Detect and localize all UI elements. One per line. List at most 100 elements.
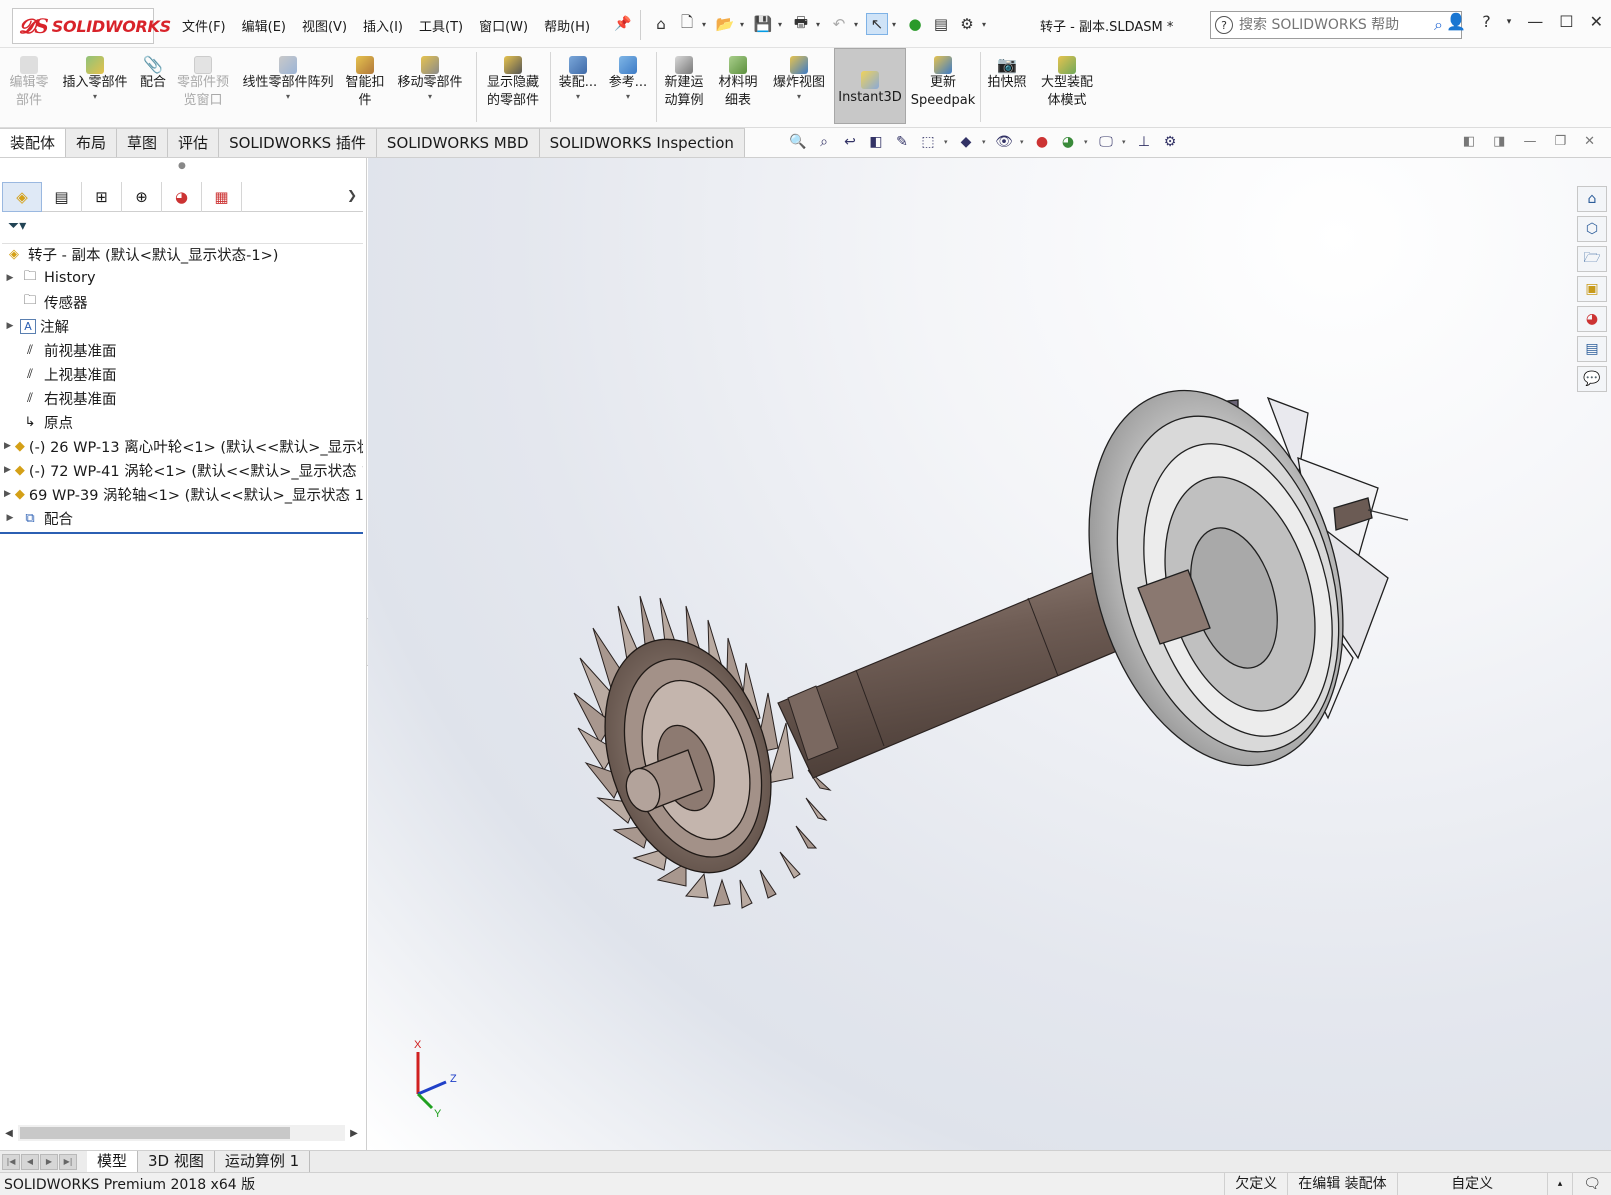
tab-motion-study-1[interactable]: 运动算例 1 <box>215 1150 311 1173</box>
chevron-down-icon[interactable]: ▾ <box>576 92 580 102</box>
expand-arrow-icon[interactable]: ▶ <box>4 513 16 523</box>
tab-evaluate[interactable]: 评估 <box>168 128 220 157</box>
zoom-to-area-icon[interactable]: ⌕ <box>814 132 834 152</box>
chevron-down-icon[interactable]: ▾ <box>797 92 801 102</box>
large-assembly-mode-button[interactable]: 大型装配 体模式 <box>1036 50 1098 110</box>
custom-properties-icon[interactable]: ▤ <box>1577 336 1607 362</box>
tab-inspection[interactable]: SOLIDWORKS Inspection <box>539 128 745 157</box>
tree-item-front-plane[interactable]: ⫽ 前视基准面 <box>0 338 363 362</box>
tab-sketch[interactable]: 草图 <box>117 128 169 157</box>
first-tab-icon[interactable]: |◀ <box>2 1153 20 1170</box>
view-orientation-icon[interactable]: ⬚ <box>918 132 938 152</box>
tree-root-assembly[interactable]: ◈ 转子 - 副本 (默认<默认_显示状态-1>) <box>0 242 363 266</box>
chevron-right-icon[interactable]: ❯ <box>347 188 357 202</box>
show-hidden-components-button[interactable]: 显示隐藏 的零部件 <box>482 50 544 110</box>
horizontal-scrollbar[interactable]: ◀ ▶ <box>0 1124 363 1142</box>
property-manager-icon[interactable]: ▤ <box>42 182 82 212</box>
move-component-button[interactable]: 移动零部件 ▾ <box>392 50 468 102</box>
edit-appearance-icon[interactable]: ● <box>1032 132 1052 152</box>
print-icon[interactable]: 🖶 <box>790 13 812 35</box>
tree-item-annotations[interactable]: ▶ A 注解 <box>0 314 363 338</box>
restore-icon[interactable]: ❐ <box>1554 134 1566 149</box>
solidworks-resources-home-icon[interactable]: ⌂ <box>1577 186 1607 212</box>
tree-item-mates[interactable]: ▶ ⧉ 配合 <box>0 506 363 530</box>
pin-icon[interactable]: 📌 <box>614 16 631 32</box>
last-tab-icon[interactable]: ▶| <box>59 1153 77 1170</box>
tree-item-component-impeller[interactable]: ▶ ◆ (-) 26 WP-13 离心叶轮<1> (默认<<默认>_显示状态 1… <box>0 434 363 458</box>
search-icon[interactable]: ⌕ <box>1434 15 1443 35</box>
hide-show-items-icon[interactable]: 👁 <box>994 132 1014 152</box>
scroll-thumb[interactable] <box>20 1127 290 1139</box>
tab-model[interactable]: 模型 <box>87 1150 139 1173</box>
appearances-scenes-icon[interactable]: ◕ <box>1577 306 1607 332</box>
menu-tools[interactable]: 工具(T) <box>419 16 463 35</box>
chevron-down-icon[interactable]: ▾ <box>982 20 990 29</box>
display-style-icon[interactable]: ◆ <box>956 132 976 152</box>
expand-arrow-icon[interactable]: ▶ <box>4 441 11 451</box>
chevron-down-icon[interactable]: ▾ <box>982 138 988 146</box>
expand-arrow-icon[interactable]: ▶ <box>4 489 11 499</box>
menu-help[interactable]: 帮助(H) <box>544 16 590 35</box>
chevron-down-icon[interactable]: ▾ <box>286 92 290 102</box>
filter-icon[interactable]: ⏷▾ <box>8 218 26 234</box>
new-motion-study-button[interactable]: 新建运 动算例 <box>660 50 708 110</box>
chevron-down-icon[interactable]: ▾ <box>740 20 748 29</box>
help-icon[interactable]: ? <box>1482 12 1491 31</box>
menu-file[interactable]: 文件(F) <box>182 16 226 35</box>
bill-of-materials-button[interactable]: 材料明 细表 <box>714 50 762 110</box>
triad-view-icon[interactable]: ⊥ <box>1134 132 1154 152</box>
rebuild-traffic-light-icon[interactable]: ● <box>904 13 926 35</box>
tree-item-top-plane[interactable]: ⫽ 上视基准面 <box>0 362 363 386</box>
chevron-down-icon[interactable]: ▾ <box>626 92 630 102</box>
tree-item-component-shaft[interactable]: ▶ ◆ 69 WP-39 涡轮轴<1> (默认<<默认>_显示状态 1>) <box>0 482 363 506</box>
tab-addins[interactable]: SOLIDWORKS 插件 <box>219 128 377 157</box>
centrifugal-impeller[interactable] <box>1048 360 1409 795</box>
tree-item-right-plane[interactable]: ⫽ 右视基准面 <box>0 386 363 410</box>
next-tab-icon[interactable]: ▶ <box>40 1153 58 1170</box>
previous-view-icon[interactable]: ↩ <box>840 132 860 152</box>
view-settings-icon[interactable]: 🖵 <box>1096 132 1116 152</box>
render-tools-icon[interactable]: ⚙ <box>1160 132 1180 152</box>
solidworks-logo[interactable]: 𝓓S SOLIDWORKS <box>12 8 171 44</box>
chevron-down-icon[interactable]: ▾ <box>1507 17 1512 27</box>
user-icon[interactable]: 👤 <box>1446 12 1466 31</box>
reference-geometry-button[interactable]: 参考... ▾ <box>606 50 650 102</box>
scroll-right-icon[interactable]: ▶ <box>345 1128 363 1139</box>
chevron-down-icon[interactable]: ▾ <box>892 20 900 29</box>
close-icon[interactable]: ✕ <box>1590 12 1603 31</box>
chevron-down-icon[interactable]: ▾ <box>702 20 710 29</box>
smart-fasteners-button[interactable]: 智能扣件 <box>342 50 388 110</box>
tab-mbd[interactable]: SOLIDWORKS MBD <box>376 128 540 157</box>
file-properties-icon[interactable]: ▤ <box>930 13 952 35</box>
mate-button[interactable]: 📎 配合 <box>136 50 170 92</box>
tree-filter[interactable]: ⏷▾ <box>2 212 363 244</box>
update-speedpak-button[interactable]: 更新 Speedpak <box>911 50 975 110</box>
chevron-down-icon[interactable]: ▾ <box>1020 138 1026 146</box>
minimize-icon[interactable]: — <box>1523 134 1536 149</box>
open-folder-icon[interactable]: 📂 <box>714 13 736 35</box>
component-preview-button[interactable]: 零部件预 览窗口 <box>172 50 234 110</box>
instant3d-button[interactable]: Instant3D <box>834 48 906 124</box>
display-manager-icon[interactable]: ◕ <box>162 182 202 212</box>
menu-edit[interactable]: 编辑(E) <box>242 16 286 35</box>
chevron-down-icon[interactable]: ▾ <box>428 92 432 102</box>
featuremanager-tree-icon[interactable]: ◈ <box>2 182 42 212</box>
chevron-down-icon[interactable]: ▾ <box>854 20 862 29</box>
chevron-down-icon[interactable]: ▾ <box>816 20 824 29</box>
chevron-down-icon[interactable]: ▾ <box>778 20 786 29</box>
expand-arrow-icon[interactable]: ▶ <box>4 273 16 283</box>
chevron-up-icon[interactable]: ▴ <box>1546 1172 1573 1195</box>
zoom-to-fit-icon[interactable]: 🔍 <box>788 132 808 152</box>
tree-item-origin[interactable]: ↳ 原点 <box>0 410 363 434</box>
insert-component-button[interactable]: 插入零部件 ▾ <box>58 50 132 102</box>
tab-layout[interactable]: 布局 <box>66 128 118 157</box>
take-snapshot-button[interactable]: 📷 拍快照 <box>984 50 1030 92</box>
home-icon[interactable]: ⌂ <box>650 13 672 35</box>
close-icon[interactable]: ✕ <box>1584 134 1595 149</box>
new-document-icon[interactable]: 🗋 <box>676 13 698 35</box>
forum-icon[interactable]: 💬 <box>1577 366 1607 392</box>
tile-right-icon[interactable]: ◨ <box>1493 134 1505 149</box>
chevron-down-icon[interactable]: ▾ <box>944 138 950 146</box>
rollback-bar[interactable] <box>0 532 363 534</box>
search-input[interactable] <box>1239 17 1429 33</box>
